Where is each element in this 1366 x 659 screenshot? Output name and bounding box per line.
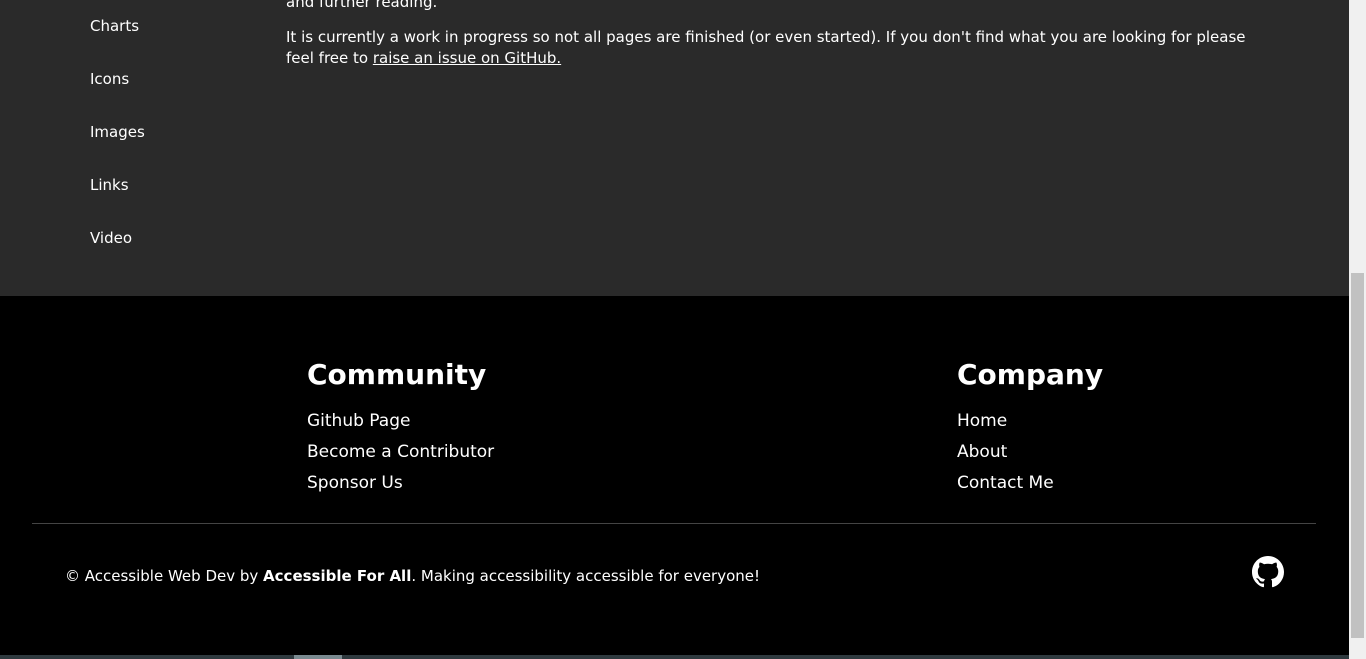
scrollbar-thumb[interactable]: [1351, 273, 1364, 638]
become-contributor-link[interactable]: Become a Contributor: [307, 437, 494, 468]
partial-paragraph: and further reading.: [286, 0, 438, 11]
copyright-prefix: © Accessible Web Dev by: [65, 567, 264, 585]
github-icon: [1252, 556, 1284, 588]
copyright-text: © Accessible Web Dev by Accessible For A…: [65, 566, 760, 586]
copyright-brand: Accessible For All: [263, 567, 412, 585]
side-nav-item-charts[interactable]: Charts: [90, 17, 139, 35]
raise-issue-link[interactable]: raise an issue on GitHub.: [373, 49, 561, 67]
sponsor-us-link[interactable]: Sponsor Us: [307, 468, 494, 499]
footer-divider: [32, 523, 1316, 524]
side-nav-item-video[interactable]: Video: [90, 229, 132, 247]
copyright-suffix: . Making accessibility accessible for ev…: [411, 567, 761, 585]
github-icon-link[interactable]: [1252, 556, 1284, 588]
main-text: and further reading. It is currently a w…: [286, 0, 1256, 83]
community-heading: Community: [307, 358, 487, 391]
vertical-scrollbar[interactable]: [1349, 0, 1366, 659]
side-nav-item-images[interactable]: Images: [90, 123, 145, 141]
footer: Community Github Page Become a Contribut…: [0, 296, 1349, 659]
github-page-link[interactable]: Github Page: [307, 406, 494, 437]
content-area: Charts Icons Images Links Video and furt…: [0, 0, 1349, 296]
footer-company-column: Company Home About Contact Me: [957, 358, 1103, 499]
bottom-strip-mark: [294, 655, 342, 659]
contact-me-link[interactable]: Contact Me: [957, 468, 1103, 499]
work-in-progress-paragraph: It is currently a work in progress so no…: [286, 27, 1256, 69]
bottom-strip: [0, 655, 1349, 659]
side-nav-item-links[interactable]: Links: [90, 176, 129, 194]
footer-community-column: Community Github Page Become a Contribut…: [307, 358, 494, 499]
side-nav-item-icons[interactable]: Icons: [90, 70, 129, 88]
about-link[interactable]: About: [957, 437, 1103, 468]
home-link[interactable]: Home: [957, 406, 1103, 437]
company-heading: Company: [957, 358, 1104, 391]
page: Charts Icons Images Links Video and furt…: [0, 0, 1349, 659]
